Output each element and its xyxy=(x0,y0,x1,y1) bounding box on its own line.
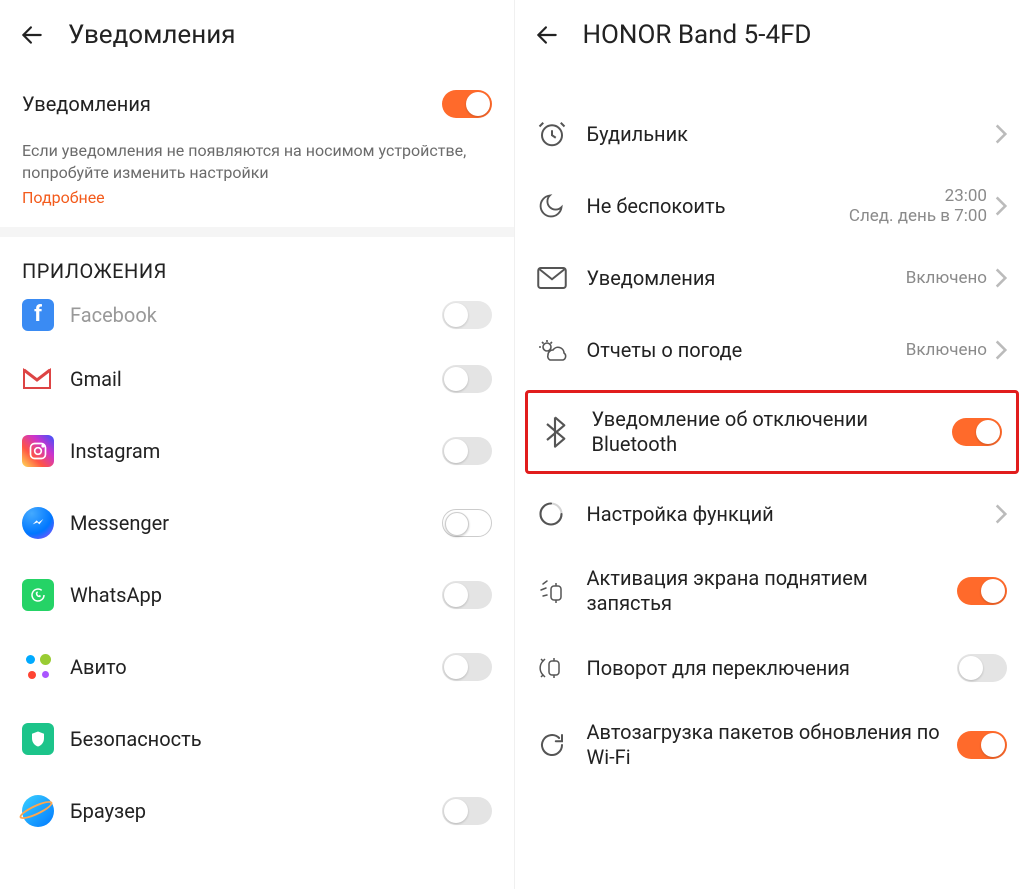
app-toggle[interactable] xyxy=(442,509,492,537)
arrow-left-icon xyxy=(19,22,45,48)
chevron-right-icon xyxy=(995,124,1007,144)
app-row-whatsapp[interactable]: WhatsApp xyxy=(0,559,514,631)
helper-text: Если уведомления не появляются на носимо… xyxy=(22,141,466,182)
shield-icon xyxy=(22,723,62,755)
notifications-panel: Уведомления Уведомления Если уведомления… xyxy=(0,0,515,889)
raise-wake-row[interactable]: Активация экрана поднятием запястья xyxy=(515,550,1029,632)
wifi-update-row[interactable]: Автозагрузка пакетов обновления по Wi-Fi xyxy=(515,704,1029,786)
app-row-gmail[interactable]: Gmail xyxy=(0,343,514,415)
alarm-icon xyxy=(537,119,581,149)
weather-icon xyxy=(537,337,581,363)
apps-section-header: ПРИЛОЖЕНИЯ xyxy=(0,237,514,287)
page-title: HONOR Band 5-4FD xyxy=(583,20,812,50)
alarm-row[interactable]: Будильник xyxy=(515,98,1029,170)
right-header: HONOR Band 5-4FD xyxy=(515,0,1029,68)
sync-icon xyxy=(537,730,581,760)
arrow-left-icon xyxy=(534,22,560,48)
row-label: Настройка функций xyxy=(587,502,988,527)
app-toggle[interactable] xyxy=(442,653,492,681)
functions-row[interactable]: Настройка функций xyxy=(515,478,1029,550)
master-toggle-row[interactable]: Уведомления xyxy=(0,68,514,140)
app-toggle[interactable] xyxy=(442,797,492,825)
dnd-time: 23:00 След. день в 7:00 xyxy=(849,186,987,226)
rotate-icon xyxy=(537,654,581,682)
row-status: Включено xyxy=(906,340,987,360)
chevron-right-icon xyxy=(995,196,1007,216)
helper-link[interactable]: Подробнее xyxy=(22,187,105,209)
app-label: Безопасность xyxy=(70,727,492,751)
device-panel: HONOR Band 5-4FD Будильник Не беспокоить… xyxy=(515,0,1029,889)
app-row-browser[interactable]: Браузер xyxy=(0,775,514,847)
app-row-security[interactable]: Безопасность xyxy=(0,703,514,775)
app-row-avito[interactable]: Авито xyxy=(0,631,514,703)
row-label: Активация экрана поднятием запястья xyxy=(587,566,950,616)
row-label: Поворот для переключения xyxy=(587,656,950,681)
app-label: WhatsApp xyxy=(70,583,442,607)
app-toggle[interactable] xyxy=(442,437,492,465)
master-toggle-label: Уведомления xyxy=(22,92,442,116)
messenger-icon xyxy=(22,507,62,539)
notifications-row[interactable]: Уведомления Включено xyxy=(515,242,1029,314)
weather-row[interactable]: Отчеты о погоде Включено xyxy=(515,314,1029,386)
row-label: Будильник xyxy=(587,122,988,147)
app-label: Messenger xyxy=(70,511,442,535)
app-label: Gmail xyxy=(70,367,442,391)
dnd-row[interactable]: Не беспокоить 23:00 След. день в 7:00 xyxy=(515,170,1029,242)
app-row-instagram[interactable]: Instagram xyxy=(0,415,514,487)
back-button[interactable] xyxy=(533,21,561,49)
app-row-facebook[interactable]: f Facebook xyxy=(0,287,514,343)
browser-icon xyxy=(22,795,62,827)
chevron-right-icon xyxy=(995,268,1007,288)
rotate-toggle[interactable] xyxy=(957,654,1007,682)
app-toggle[interactable] xyxy=(442,581,492,609)
chevron-right-icon xyxy=(995,504,1007,524)
bluetooth-icon xyxy=(542,416,586,448)
app-label: Авито xyxy=(70,655,442,679)
rotate-switch-row[interactable]: Поворот для переключения xyxy=(515,632,1029,704)
row-label: Уведомления xyxy=(587,266,898,291)
row-label: Отчеты о погоде xyxy=(587,338,898,363)
app-label: Браузер xyxy=(70,799,442,823)
whatsapp-icon xyxy=(22,579,62,611)
avito-icon xyxy=(22,651,62,683)
back-button[interactable] xyxy=(18,21,46,49)
master-toggle[interactable] xyxy=(442,90,492,118)
row-label: Автозагрузка пакетов обновления по Wi-Fi xyxy=(587,720,950,770)
loading-icon xyxy=(537,500,581,528)
app-row-messenger[interactable]: Messenger xyxy=(0,487,514,559)
left-header: Уведомления xyxy=(0,0,514,68)
bluetooth-toggle[interactable] xyxy=(952,418,1002,446)
row-label: Уведомление об отключении Bluetooth xyxy=(592,407,945,457)
mail-icon xyxy=(537,266,581,290)
moon-icon xyxy=(537,192,581,220)
instagram-icon xyxy=(22,435,62,467)
wrist-raise-icon xyxy=(537,577,581,605)
row-status: Включено xyxy=(906,268,987,288)
page-title: Уведомления xyxy=(68,20,236,50)
facebook-icon: f xyxy=(22,299,62,331)
chevron-right-icon xyxy=(995,340,1007,360)
gmail-icon xyxy=(22,368,62,390)
raise-wake-toggle[interactable] xyxy=(957,577,1007,605)
row-label: Не беспокоить xyxy=(587,194,841,219)
app-label: Instagram xyxy=(70,439,442,463)
app-label: Facebook xyxy=(70,303,442,327)
helper-block: Если уведомления не появляются на носимо… xyxy=(0,140,514,237)
bluetooth-disconnect-row[interactable]: Уведомление об отключении Bluetooth xyxy=(534,397,1011,467)
bluetooth-highlight: Уведомление об отключении Bluetooth xyxy=(525,390,1020,474)
app-toggle[interactable] xyxy=(442,365,492,393)
app-toggle[interactable] xyxy=(442,301,492,329)
wifi-update-toggle[interactable] xyxy=(957,731,1007,759)
